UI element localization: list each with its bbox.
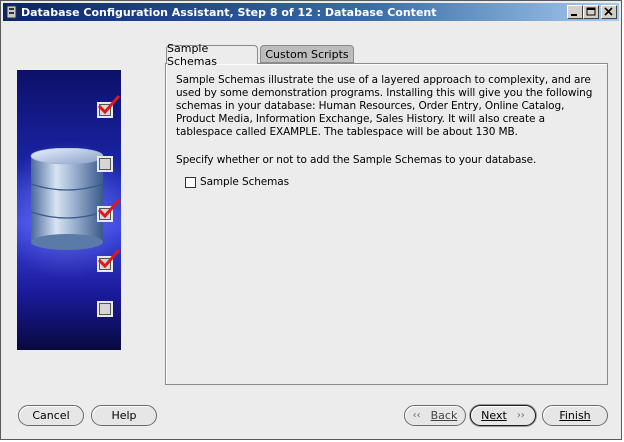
check-icon [97, 249, 121, 269]
help-button[interactable]: Help [91, 405, 157, 426]
window-controls [567, 5, 617, 19]
chevron-left-icon: ‹‹ [412, 410, 421, 421]
wizard-art-panel [17, 70, 121, 350]
tab-label: Custom Scripts [265, 47, 349, 61]
next-button-label: Next [481, 409, 507, 422]
sample-schemas-checkbox[interactable] [185, 176, 196, 188]
close-icon[interactable] [601, 5, 617, 19]
window-title: Database Configuration Assistant, Step 8… [21, 5, 437, 19]
check-icon [97, 95, 121, 115]
check-icon [97, 199, 121, 219]
sample-schemas-checkbox-label[interactable]: Sample Schemas [200, 176, 289, 188]
database-icon [30, 148, 104, 250]
back-button-label: Back [430, 409, 458, 422]
cancel-button[interactable]: Cancel [18, 405, 84, 426]
title-bar[interactable]: Database Configuration Assistant, Step 8… [3, 3, 619, 21]
next-button[interactable]: Next ›› [470, 405, 536, 426]
step-indicator-2 [97, 156, 113, 172]
cancel-button-label: Cancel [32, 409, 70, 422]
tab-custom-scripts[interactable]: Custom Scripts [260, 45, 354, 63]
dbca-window: Database Configuration Assistant, Step 8… [0, 0, 622, 440]
maximize-icon[interactable] [583, 5, 599, 19]
tab-sample-schemas[interactable]: Sample Schemas [166, 42, 258, 68]
minimize-icon[interactable] [567, 5, 583, 19]
app-icon [6, 5, 18, 19]
chevron-right-icon: ›› [516, 410, 525, 421]
finish-button[interactable]: Finish [542, 405, 608, 426]
sample-schemas-checkbox-row[interactable]: Sample Schemas [185, 176, 289, 188]
finish-button-label: Finish [559, 409, 591, 422]
help-button-label: Help [111, 409, 137, 422]
tab-content-panel: Sample Schemas illustrate the use of a l… [165, 63, 608, 385]
back-button[interactable]: ‹‹ Back [404, 405, 466, 426]
tab-label: Sample Schemas [167, 42, 217, 68]
step-indicator-5 [97, 301, 113, 317]
sample-schemas-description: Sample Schemas illustrate the use of a l… [176, 74, 593, 138]
sample-schemas-prompt: Specify whether or not to add the Sample… [176, 154, 537, 166]
